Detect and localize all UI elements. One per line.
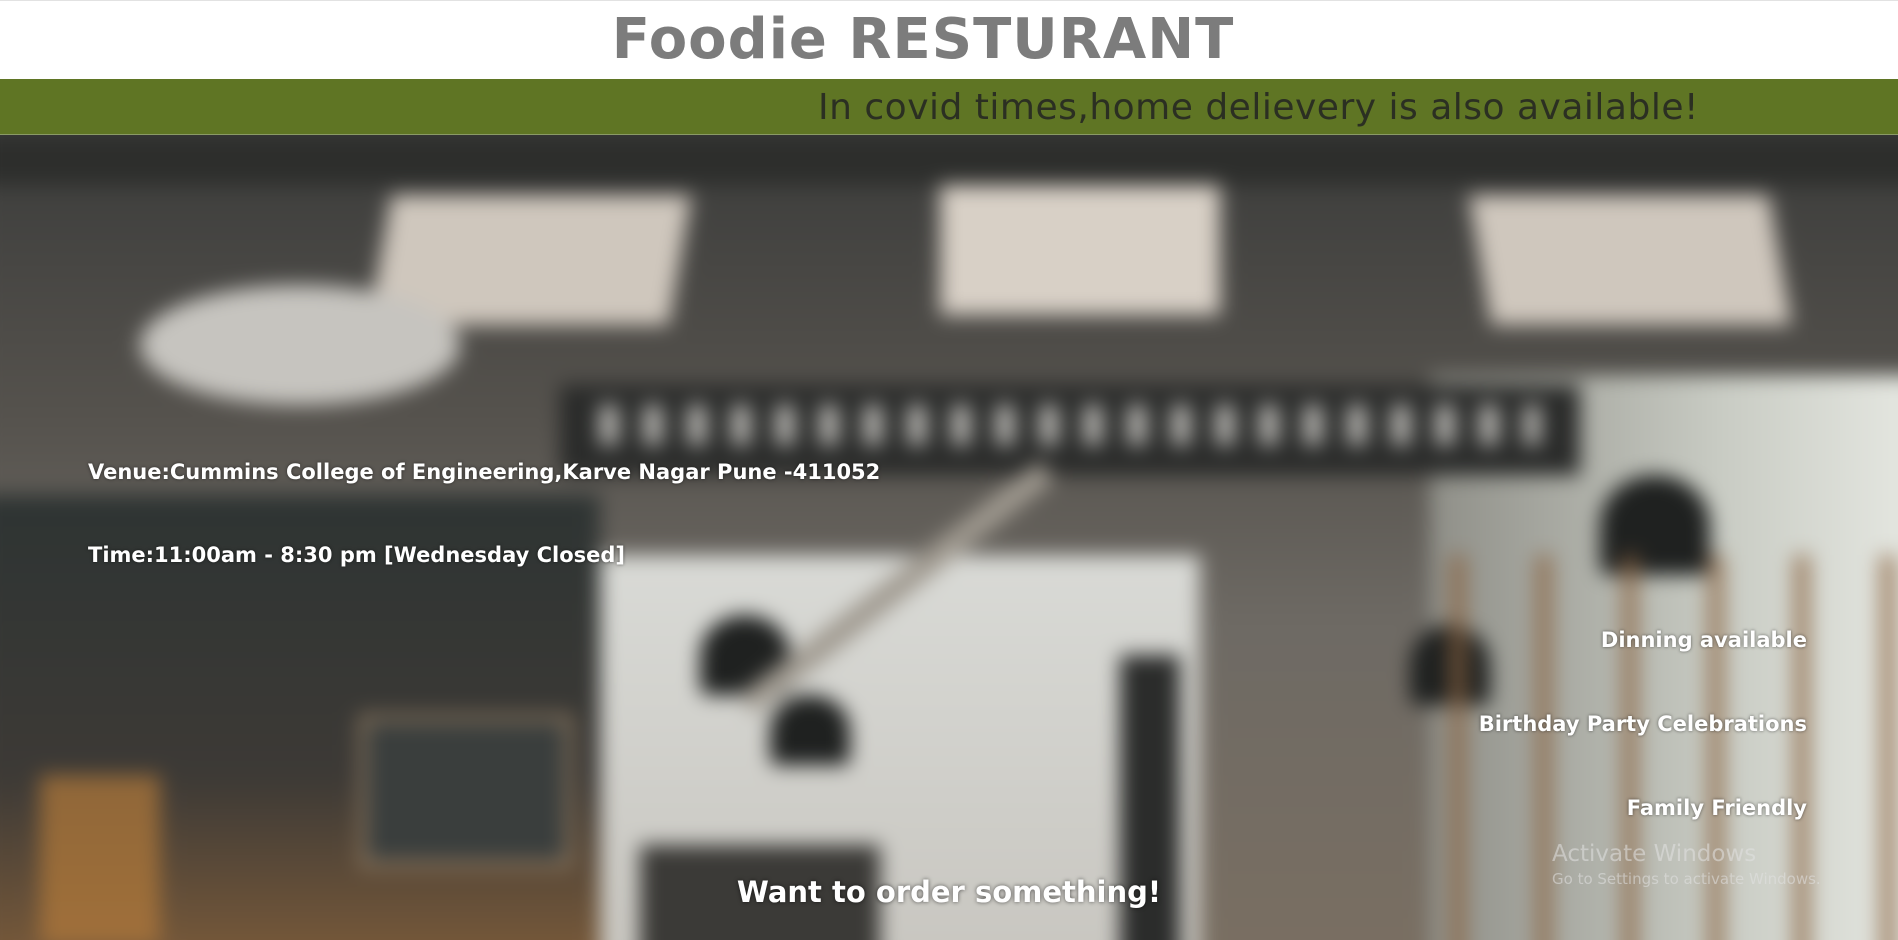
watermark-title: Activate Windows	[1552, 841, 1757, 867]
hero-section: Venue:Cummins College of Engineering,Kar…	[0, 135, 1898, 940]
feature-dining: Dinning available	[1600, 628, 1807, 652]
banner-text: In covid times,home delievery is also av…	[818, 87, 1699, 128]
activate-windows-watermark: Activate Windows Go to Settings to activ…	[1552, 840, 1821, 890]
page: Foodie RESTURANT In covid times,home del…	[0, 0, 1898, 940]
feature-family-friendly: Family Friendly	[1626, 796, 1807, 820]
announcement-banner: In covid times,home delievery is also av…	[0, 79, 1898, 135]
site-header: Foodie RESTURANT	[0, 0, 1898, 79]
venue-text: Venue:Cummins College of Engineering,Kar…	[88, 460, 881, 484]
watermark-subtitle: Go to Settings to activate Windows.	[1552, 870, 1821, 888]
site-title: Foodie RESTURANT	[611, 7, 1235, 72]
order-cta-link[interactable]: Want to order something!	[737, 875, 1161, 909]
feature-birthday-party: Birthday Party Celebrations	[1478, 712, 1807, 736]
opening-hours-text: Time:11:00am - 8:30 pm [Wednesday Closed…	[88, 543, 625, 567]
